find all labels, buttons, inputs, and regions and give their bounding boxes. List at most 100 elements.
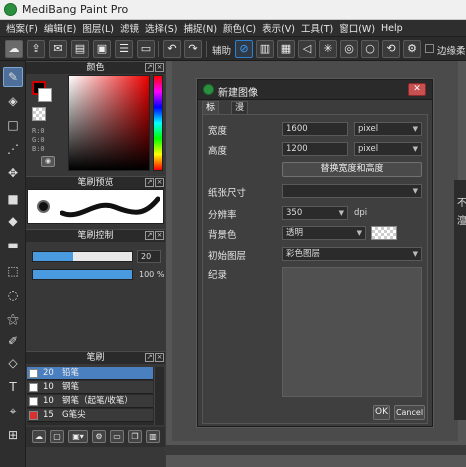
lasso-tool-icon[interactable]: ◌ xyxy=(3,285,23,305)
brush-tool-icon[interactable]: ✎ xyxy=(3,67,23,87)
list-icon[interactable]: ☰ xyxy=(115,40,133,58)
background-color-select[interactable]: 透明 ▼ xyxy=(282,226,366,240)
brush-settings-icon[interactable]: ⚙ xyxy=(92,430,106,443)
menu-layer[interactable]: 图层(L) xyxy=(82,21,120,35)
layers-icon[interactable]: ▤ xyxy=(71,40,89,58)
grid-snap-icon[interactable]: ▦ xyxy=(277,40,295,58)
perspective-snap-icon[interactable]: ◁ xyxy=(298,40,316,58)
saturation-value-field[interactable] xyxy=(68,75,150,171)
page-icon[interactable]: ▭ xyxy=(137,40,155,58)
brush-control-header: 笔刷控制 ↗ × xyxy=(26,229,165,242)
height-unit-select[interactable]: pixel ▼ xyxy=(354,142,422,156)
circle-snap-icon[interactable]: ○ xyxy=(361,40,379,58)
cloud-icon[interactable]: ☁ xyxy=(5,40,23,58)
assist-label: 辅助 xyxy=(212,46,232,57)
color-mode-button[interactable]: ◉ xyxy=(41,156,55,167)
brush-list-scrollbar[interactable] xyxy=(154,367,163,425)
width-input[interactable]: 1600 xyxy=(282,122,348,136)
menu-help[interactable]: Help xyxy=(381,23,409,34)
brush-item-pen[interactable]: 10 钢笔 xyxy=(27,381,153,394)
operation-tool-icon[interactable]: ⌖ xyxy=(3,401,23,421)
brush-list: 20 铅笔 10 钢笔 10 钢笔（起笔/收笔） 15 G笔尖 xyxy=(27,367,164,425)
height-input[interactable]: 1200 xyxy=(282,142,348,156)
chevron-down-icon: ▼ xyxy=(412,250,418,258)
radial-snap-icon[interactable]: ✳ xyxy=(319,40,337,58)
transparent-color-swatch[interactable] xyxy=(32,107,46,121)
chevron-down-icon: ▼ xyxy=(412,145,418,153)
folder-icon[interactable]: ▭ xyxy=(110,430,124,443)
canvas-horizontal-scrollbar[interactable] xyxy=(166,445,466,455)
menu-edit[interactable]: 编辑(E) xyxy=(44,21,82,35)
parallel-snap-icon[interactable]: ▥ xyxy=(256,40,274,58)
cloud-brush-icon[interactable]: ☁ xyxy=(32,430,46,443)
select-tool-icon[interactable]: ⬚ xyxy=(3,261,23,281)
panel-close-icon[interactable]: × xyxy=(155,63,164,72)
background-color-preview[interactable] xyxy=(371,226,397,240)
background-color-swatch[interactable] xyxy=(38,88,52,102)
panel-popout-icon[interactable]: ↗ xyxy=(145,353,154,362)
select-pen-tool-icon[interactable]: ✐ xyxy=(3,331,23,351)
close-icon[interactable]: ✕ xyxy=(408,83,426,96)
brush-item-size: 20 xyxy=(43,368,54,378)
cancel-button[interactable]: Cancel xyxy=(394,405,425,420)
undo-icon[interactable]: ↶ xyxy=(163,40,181,58)
snap-settings-icon[interactable]: ⚙ xyxy=(403,40,421,58)
menu-snap[interactable]: 捕捉(N) xyxy=(184,21,224,35)
brush-size-slider[interactable] xyxy=(32,251,133,262)
initial-layer-select[interactable]: 彩色图层 ▼ xyxy=(282,247,422,261)
menu-filter[interactable]: 滤镜 xyxy=(120,21,145,35)
magic-wand-tool-icon[interactable]: ⚝ xyxy=(3,309,23,329)
curve-snap-icon[interactable]: ⟲ xyxy=(382,40,400,58)
width-unit-select[interactable]: pixel ▼ xyxy=(354,122,422,136)
comment-icon[interactable]: ✉ xyxy=(49,40,67,58)
menu-file[interactable]: 档案(F) xyxy=(6,21,44,35)
tab-manga-draft[interactable]: 漫画原稿 xyxy=(231,101,249,149)
brush-size-value[interactable]: 20 xyxy=(137,250,161,263)
record-area[interactable] xyxy=(282,267,422,397)
snap-off-icon[interactable]: ⊘ xyxy=(235,40,253,58)
dot-tool-icon[interactable]: ⋰ xyxy=(3,139,23,159)
brush-item-pencil[interactable]: 20 铅笔 xyxy=(27,367,153,380)
panel-popout-icon[interactable]: ↗ xyxy=(145,63,154,72)
brush-item-pen-taper[interactable]: 10 钢笔（起笔/收笔） xyxy=(27,395,153,408)
menu-color[interactable]: 颜色(C) xyxy=(223,21,262,35)
paper-size-select[interactable]: ▼ xyxy=(282,184,422,198)
menu-view[interactable]: 表示(V) xyxy=(262,21,301,35)
eraser-tool-icon[interactable]: ◈ xyxy=(3,91,23,111)
resolution-select[interactable]: 350 ▼ xyxy=(282,206,348,220)
panel-close-icon[interactable]: × xyxy=(155,178,164,187)
tool-palette: ✎ ◈ □ ⋰ ✥ ■ ◆ ▬ ⬚ ◌ ⚝ ✐ ◇ T ⌖ ⊞ xyxy=(0,61,26,467)
text-tool-icon[interactable]: T xyxy=(3,377,23,397)
add-brush-icon[interactable]: ▣▾ xyxy=(68,430,88,443)
edge-smoothing-checkbox[interactable] xyxy=(425,44,434,53)
rectangle-tool-icon[interactable]: □ xyxy=(3,115,23,135)
copy-brush-icon[interactable]: ❐ xyxy=(128,430,142,443)
ok-button[interactable]: OK xyxy=(373,405,390,420)
share-icon[interactable]: ⇪ xyxy=(27,40,45,58)
select-eraser-tool-icon[interactable]: ◇ xyxy=(3,353,23,373)
brush-opacity-readout: 100 % xyxy=(139,270,164,279)
new-brush-icon[interactable]: ▢ xyxy=(50,430,64,443)
brush-item-g-pen[interactable]: 15 G笔尖 xyxy=(27,409,153,422)
panel-popout-icon[interactable]: ↗ xyxy=(145,231,154,240)
delete-brush-icon[interactable]: ▥ xyxy=(146,430,160,443)
panel-close-icon[interactable]: × xyxy=(155,231,164,240)
bucket-tool-icon[interactable]: ◆ xyxy=(3,211,23,231)
panel-close-icon[interactable]: × xyxy=(155,353,164,362)
fill-rect-tool-icon[interactable]: ■ xyxy=(3,189,23,209)
swap-dimensions-button[interactable]: 替换宽度和高度 xyxy=(282,162,422,177)
menu-select[interactable]: 选择(S) xyxy=(145,21,183,35)
move-tool-icon[interactable]: ✥ xyxy=(3,163,23,183)
right-panel-text-2: 澶 xyxy=(457,216,466,227)
tab-standard[interactable]: 标准 xyxy=(202,101,220,125)
gradient-tool-icon[interactable]: ▬ xyxy=(3,235,23,255)
panel-popout-icon[interactable]: ↗ xyxy=(145,178,154,187)
concentric-snap-icon[interactable]: ◎ xyxy=(340,40,358,58)
menu-tool[interactable]: 工具(T) xyxy=(301,21,339,35)
brush-opacity-slider[interactable] xyxy=(32,269,133,280)
panel-divide-tool-icon[interactable]: ⊞ xyxy=(3,425,23,445)
hue-slider[interactable] xyxy=(153,75,163,171)
menu-window[interactable]: 窗口(W) xyxy=(339,21,381,35)
redo-icon[interactable]: ↷ xyxy=(184,40,202,58)
document-icon[interactable]: ▣ xyxy=(93,40,111,58)
